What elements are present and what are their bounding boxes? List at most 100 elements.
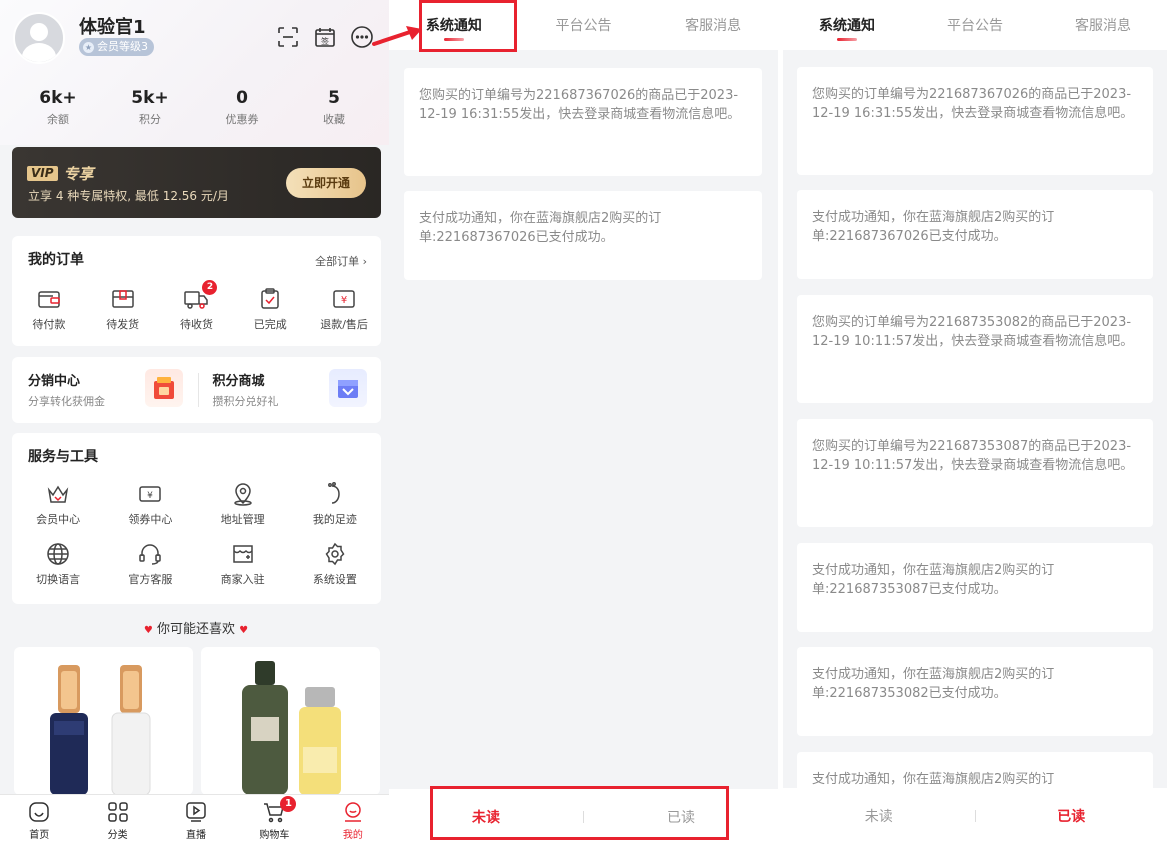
order-refund[interactable]: ¥ 退款/售后 bbox=[307, 286, 381, 332]
all-orders-label: 全部订单 bbox=[315, 255, 360, 268]
gear-icon bbox=[322, 541, 348, 567]
member-level-label: 会员等级3 bbox=[97, 40, 148, 53]
tab-live[interactable]: 直播 bbox=[157, 795, 235, 844]
stat-favorites[interactable]: 5 收藏 bbox=[288, 88, 380, 127]
clipboard-check-icon bbox=[257, 286, 283, 312]
sign-in-calendar-icon[interactable]: 签 bbox=[313, 25, 337, 49]
footprint-icon bbox=[322, 481, 348, 507]
service-label: 系统设置 bbox=[312, 573, 357, 586]
distribution-center[interactable]: 分销中心 分享转化获佣金 bbox=[12, 357, 197, 429]
tab-cart[interactable]: 1 购物车 bbox=[235, 795, 313, 844]
avatar[interactable] bbox=[13, 12, 65, 64]
order-completed[interactable]: 已完成 bbox=[233, 286, 307, 332]
home-icon bbox=[27, 800, 51, 824]
profile-page: 体验官1 ★ 会员等级3 签 6k+ 余额 5k+ 积分 0 优惠券 5 收藏 … bbox=[0, 0, 392, 844]
service-address[interactable]: 地址管理 bbox=[197, 481, 289, 527]
service-member-center[interactable]: 会员中心 bbox=[12, 481, 104, 527]
category-icon bbox=[106, 800, 130, 824]
crown-icon bbox=[45, 481, 71, 507]
tab-system-notice[interactable]: 系统通知 bbox=[783, 0, 911, 50]
service-label: 会员中心 bbox=[36, 513, 81, 526]
stat-value: 0 bbox=[236, 88, 248, 108]
pending-receipt-badge: 2 bbox=[202, 280, 218, 295]
order-status-label: 待发货 bbox=[106, 318, 140, 331]
member-level-badge[interactable]: ★ 会员等级3 bbox=[79, 38, 154, 56]
stat-coupons[interactable]: 0 优惠券 bbox=[196, 88, 288, 127]
order-status-label: 待收货 bbox=[179, 318, 213, 331]
service-label: 官方客服 bbox=[128, 573, 173, 586]
all-orders-link[interactable]: 全部订单 › bbox=[315, 253, 367, 269]
service-label: 商家入驻 bbox=[220, 573, 265, 586]
services-row-1: 会员中心 ¥ 领券中心 地址管理 我的足迹 bbox=[12, 481, 381, 527]
order-pending-payment[interactable]: 待付款 bbox=[12, 286, 86, 332]
filter-read[interactable]: 已读 bbox=[584, 807, 778, 827]
refund-icon: ¥ bbox=[331, 286, 357, 312]
filter-read[interactable]: 已读 bbox=[976, 806, 1167, 826]
product-card[interactable] bbox=[14, 647, 193, 795]
message-card[interactable]: 支付成功通知，你在蓝海旗舰店2购买的订单:221687353082已支付成功。 bbox=[797, 647, 1153, 736]
message-text: 您购买的订单编号为221687353087的商品已于2023-12-19 10:… bbox=[812, 439, 1134, 473]
mine-icon bbox=[341, 800, 365, 824]
username: 体验官1 bbox=[79, 17, 146, 38]
tab-customer-service[interactable]: 客服消息 bbox=[1039, 0, 1167, 50]
service-merchant-join[interactable]: 商家入驻 bbox=[197, 541, 289, 587]
bottom-tabbar: 首页 分类 直播 1 购物车 我的 bbox=[0, 794, 392, 844]
tab-customer-service[interactable]: 客服消息 bbox=[648, 0, 778, 50]
header-actions: 签 bbox=[276, 25, 374, 49]
promo-subtitle: 攒积分兑好礼 bbox=[212, 395, 279, 408]
heart-icon: ♥ bbox=[143, 625, 153, 636]
box-icon bbox=[110, 286, 136, 312]
order-pending-receipt[interactable]: 2 待收货 bbox=[160, 280, 234, 332]
service-coupon-center[interactable]: ¥ 领券中心 bbox=[104, 481, 196, 527]
heart-icon: ♥ bbox=[239, 625, 249, 636]
points-mall-icon bbox=[329, 369, 367, 407]
stat-label: 积分 bbox=[139, 113, 161, 126]
service-footprint[interactable]: 我的足迹 bbox=[289, 481, 381, 527]
message-card[interactable]: 您购买的订单编号为221687367026的商品已于2023-12-19 16:… bbox=[797, 67, 1153, 175]
headset-icon bbox=[137, 541, 163, 567]
filter-unread[interactable]: 未读 bbox=[783, 806, 975, 826]
message-card[interactable]: 支付成功通知，你在蓝海旗舰店2购买的订单:221687367026已支付成功。 bbox=[797, 190, 1153, 279]
vip-title: 专享 bbox=[63, 165, 94, 183]
message-card[interactable]: 您购买的订单编号为221687353087的商品已于2023-12-19 10:… bbox=[797, 419, 1153, 527]
stat-label: 余额 bbox=[47, 113, 69, 126]
svg-text:¥: ¥ bbox=[341, 295, 347, 306]
tab-platform-announcement[interactable]: 平台公告 bbox=[911, 0, 1039, 50]
wallet-icon bbox=[36, 286, 62, 312]
promo-title: 分销中心 bbox=[28, 374, 81, 389]
service-settings[interactable]: 系统设置 bbox=[289, 541, 381, 587]
service-language[interactable]: 切换语言 bbox=[12, 541, 104, 587]
tab-mine[interactable]: 我的 bbox=[314, 795, 392, 844]
screenshot-stage: 体验官1 ★ 会员等级3 签 6k+ 余额 5k+ 积分 0 优惠券 5 收藏 … bbox=[0, 0, 1167, 844]
message-text: 您购买的订单编号为221687353082的商品已于2023-12-19 10:… bbox=[812, 315, 1134, 349]
stat-balance[interactable]: 6k+ 余额 bbox=[12, 88, 104, 127]
stat-points[interactable]: 5k+ 积分 bbox=[104, 88, 196, 127]
tab-label: 首页 bbox=[29, 830, 50, 841]
stat-value: 5 bbox=[328, 88, 340, 108]
message-card[interactable]: 支付成功通知，你在蓝海旗舰店2购买的订单:221687367026已支付成功。 bbox=[404, 191, 762, 280]
message-icon[interactable] bbox=[350, 25, 374, 49]
points-mall[interactable]: 积分商城 攒积分兑好礼 bbox=[197, 357, 382, 429]
message-card[interactable]: 您购买的订单编号为221687353082的商品已于2023-12-19 10:… bbox=[797, 295, 1153, 403]
tab-label: 我的 bbox=[342, 830, 363, 841]
tab-home[interactable]: 首页 bbox=[0, 795, 78, 844]
scan-icon[interactable] bbox=[276, 25, 300, 49]
distribution-icon bbox=[144, 369, 183, 407]
message-card[interactable]: 支付成功通知，你在蓝海旗舰店2购买的订单:221687353087已支付成功。 bbox=[797, 543, 1153, 632]
filter-unread[interactable]: 未读 bbox=[389, 807, 583, 827]
tab-platform-announcement[interactable]: 平台公告 bbox=[519, 0, 649, 50]
message-text: 支付成功通知，你在蓝海旗舰店2购买的订单:221687353082已支付成功。 bbox=[812, 667, 1055, 701]
service-customer-service[interactable]: 官方客服 bbox=[104, 541, 196, 587]
store-icon bbox=[230, 541, 256, 567]
messages-page-read: 系统通知 平台公告 客服消息 您购买的订单编号为221687367026的商品已… bbox=[783, 0, 1167, 844]
message-card[interactable]: 您购买的订单编号为221687367026的商品已于2023-12-19 16:… bbox=[404, 68, 762, 176]
read-filter-bar: 未读 已读 bbox=[783, 788, 1167, 844]
vip-banner[interactable]: VIP 专享 立享 4 种专属特权, 最低 12.56 元/月 立即开通 bbox=[12, 147, 381, 218]
order-pending-shipment[interactable]: 待发货 bbox=[86, 286, 160, 332]
message-tabs: 系统通知 平台公告 客服消息 bbox=[389, 0, 778, 50]
tab-system-notice[interactable]: 系统通知 bbox=[389, 0, 519, 50]
stat-value: 5k+ bbox=[131, 88, 169, 108]
vip-open-button[interactable]: 立即开通 bbox=[286, 168, 366, 198]
tab-category[interactable]: 分类 bbox=[78, 795, 156, 844]
product-card[interactable] bbox=[201, 647, 380, 795]
